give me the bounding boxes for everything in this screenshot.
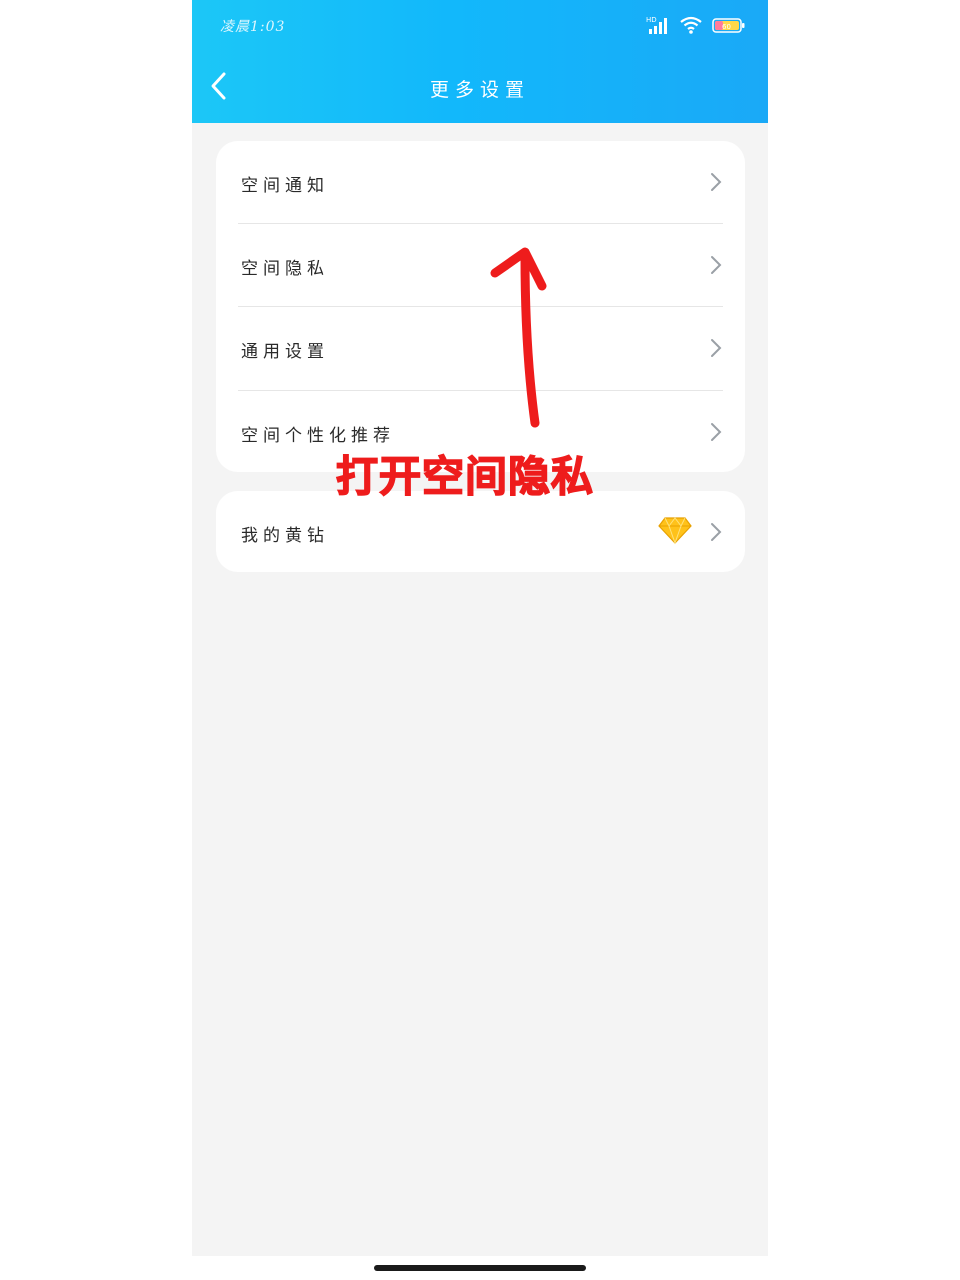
phone-screen: 凌晨1:03 HD 60 更多设置 空间通知 空间隐私 通用设置 空间个性化推荐… [192, 0, 768, 1256]
settings-row-general-settings[interactable]: 通用设置 [216, 307, 745, 390]
settings-row-space-notifications[interactable]: 空间通知 [216, 141, 745, 224]
header-bar: 凌晨1:03 HD 60 更多设置 [192, 0, 768, 123]
battery-text: 60 [722, 23, 731, 31]
chevron-right-icon [711, 256, 722, 274]
status-time: 凌晨1:03 [220, 19, 286, 35]
status-icons: HD 60 [646, 13, 746, 37]
chevron-right-icon [711, 173, 722, 191]
page-title: 更多设置 [429, 79, 530, 101]
chevron-right-icon [711, 423, 722, 441]
signal-icon: HD [646, 16, 667, 34]
row-label: 我的黄钻 [241, 526, 329, 546]
row-label: 空间隐私 [241, 259, 329, 279]
chevron-right-icon [711, 523, 722, 541]
annotation-text: 打开空间隐私 [335, 451, 595, 502]
battery-icon: 60 [712, 18, 745, 33]
settings-row-space-privacy[interactable]: 空间隐私 [216, 224, 745, 307]
yellow-diamond-icon [658, 517, 692, 545]
settings-group-main: 空间通知 空间隐私 通用设置 空间个性化推荐 [216, 141, 745, 472]
home-indicator[interactable] [374, 1265, 586, 1271]
wifi-icon [680, 16, 702, 34]
row-label: 空间通知 [241, 176, 329, 196]
row-label: 通用设置 [241, 342, 329, 362]
chevron-right-icon [711, 339, 722, 357]
network-badge: HD [646, 16, 657, 24]
